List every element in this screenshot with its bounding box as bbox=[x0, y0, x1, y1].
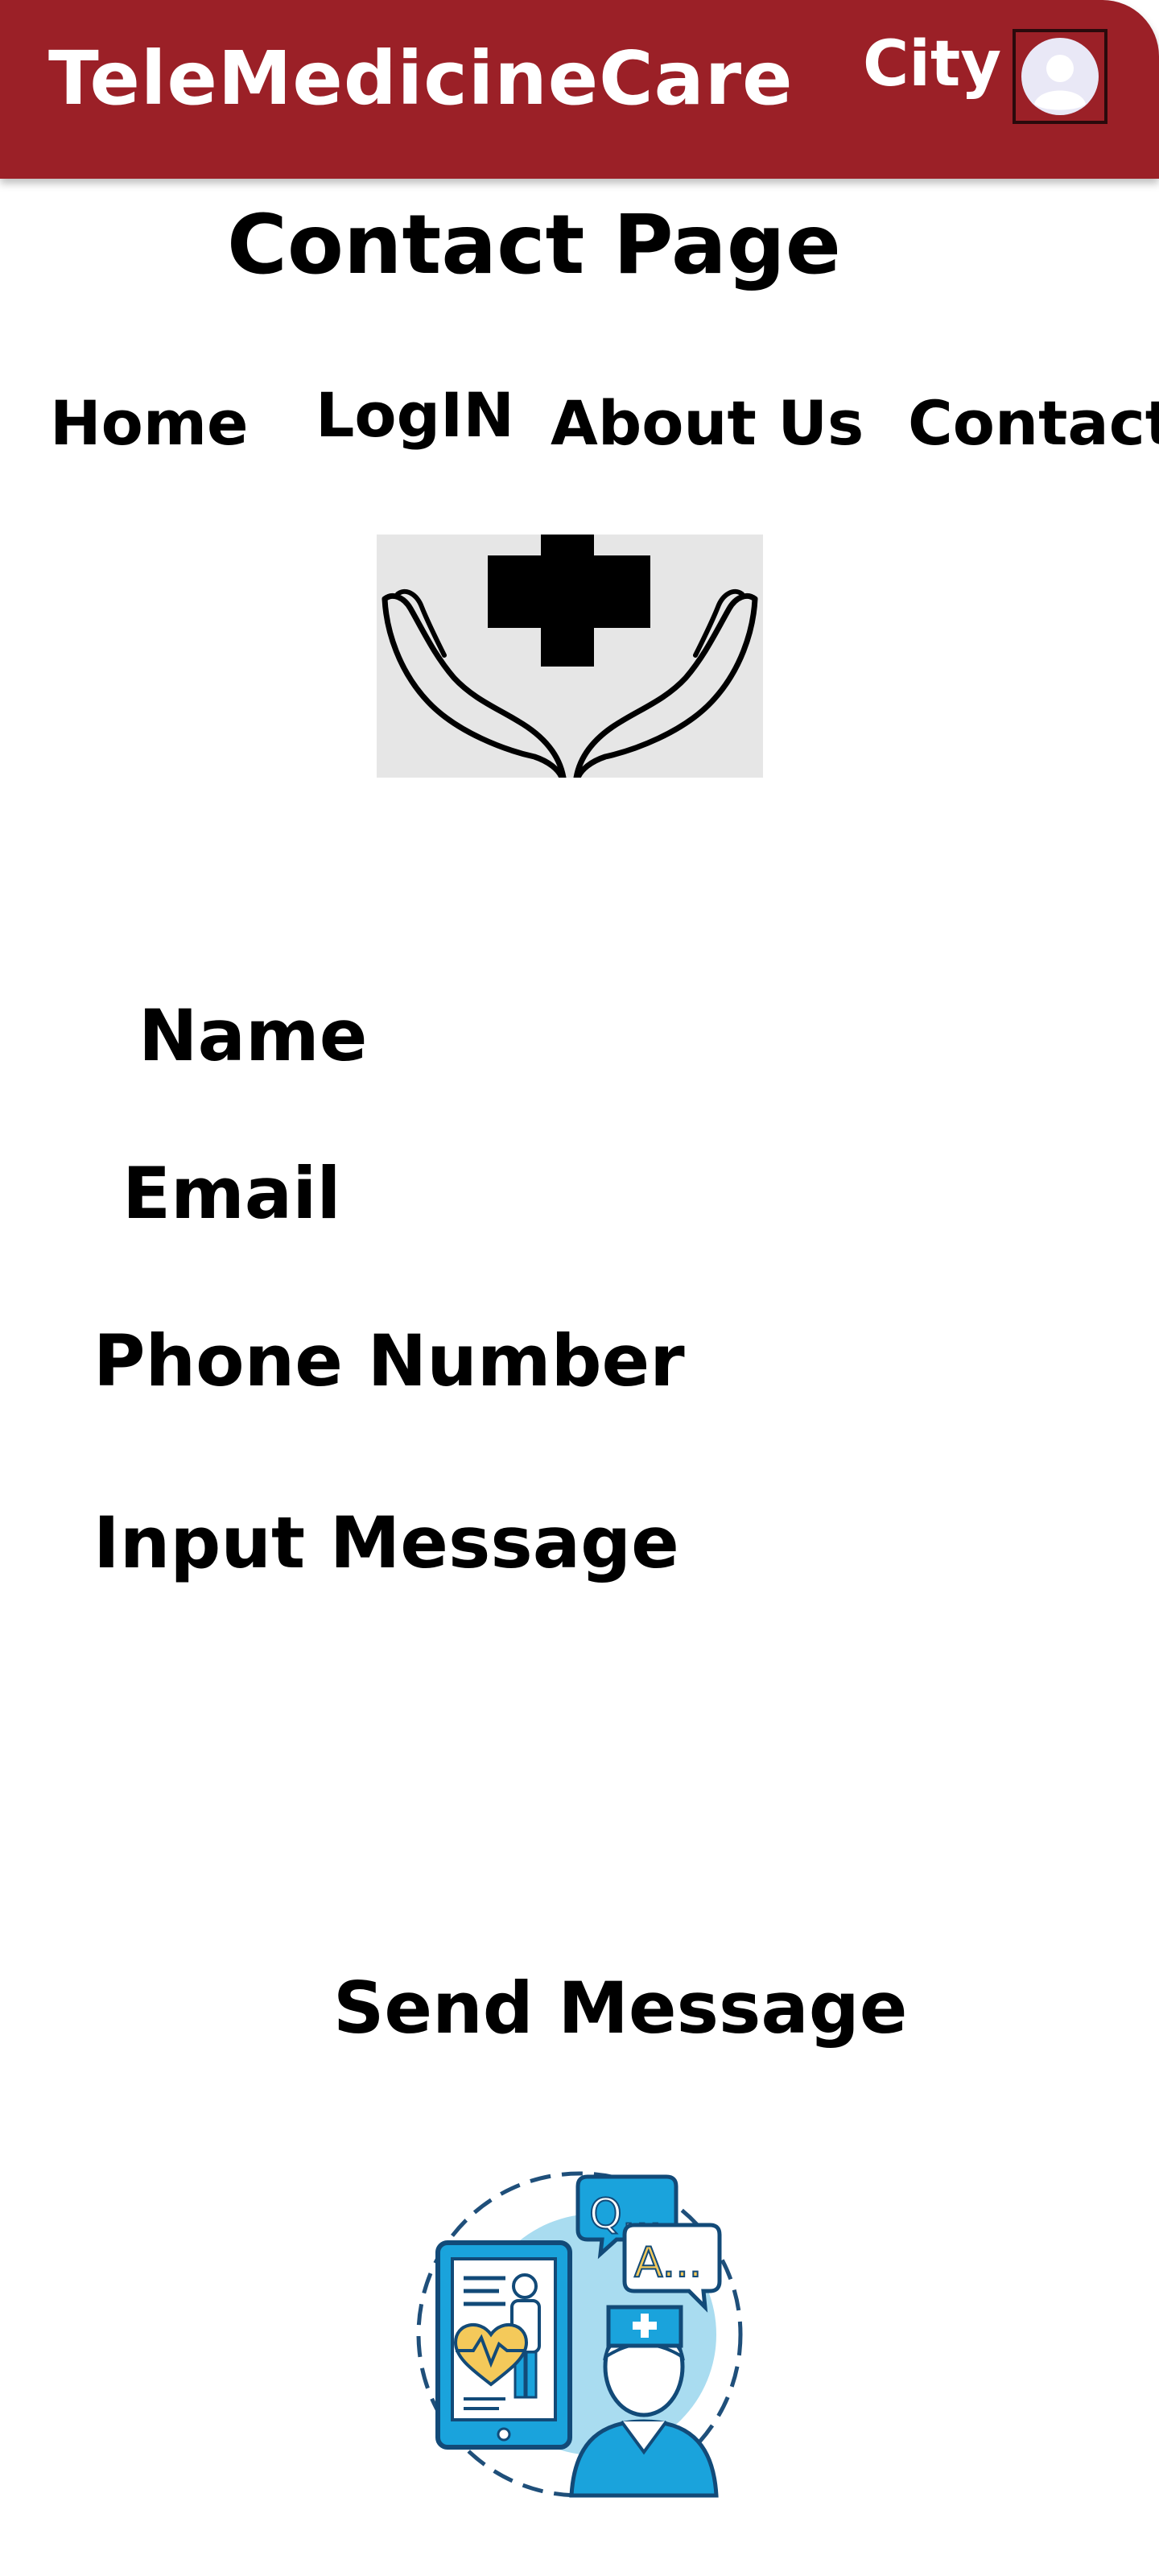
telemedicine-consultation-icon: Q... A... bbox=[416, 2171, 743, 2498]
city-label[interactable]: City bbox=[863, 24, 1001, 105]
email-label: Email bbox=[122, 1152, 341, 1235]
contact-page: TeleMedicineCare City Contact Page Home … bbox=[0, 0, 1159, 2576]
name-label: Name bbox=[138, 994, 368, 1077]
telemedicine-illustration: Q... A... bbox=[410, 2165, 749, 2504]
send-message-button[interactable]: Send Message bbox=[333, 1964, 907, 2053]
answer-bubble-text: A... bbox=[634, 2239, 702, 2287]
nav-contact[interactable]: Contact bbox=[908, 383, 1159, 464]
phone-number-label: Phone Number bbox=[93, 1319, 685, 1402]
user-avatar-icon bbox=[1021, 38, 1099, 115]
nav-login[interactable]: LogIN bbox=[316, 375, 514, 456]
brand-title[interactable]: TeleMedicineCare bbox=[48, 31, 794, 127]
medical-logo bbox=[377, 535, 763, 781]
hands-medical-cross-icon bbox=[382, 535, 758, 781]
page-title: Contact Page bbox=[227, 197, 841, 293]
nav-home[interactable]: Home bbox=[50, 383, 249, 464]
input-message-label: Input Message bbox=[93, 1501, 679, 1584]
nav-about-us[interactable]: About Us bbox=[551, 383, 864, 464]
top-header: TeleMedicineCare City bbox=[0, 0, 1159, 179]
avatar-button[interactable] bbox=[1013, 29, 1107, 124]
